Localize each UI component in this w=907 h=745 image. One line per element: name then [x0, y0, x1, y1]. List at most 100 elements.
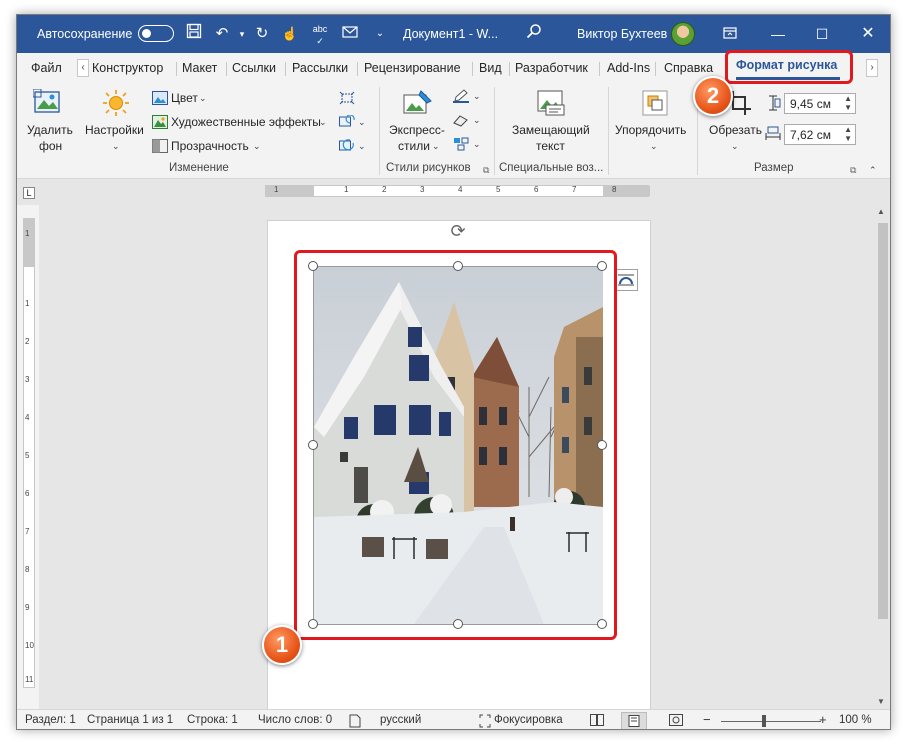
- quick-styles-label-2[interactable]: стили: [398, 139, 430, 153]
- artistic-effects-dropdown-icon[interactable]: ⌄: [319, 117, 327, 128]
- user-name[interactable]: Виктор Бухтеев: [577, 27, 667, 41]
- artistic-effects-icon[interactable]: [152, 115, 168, 129]
- picture-styles-launcher-icon[interactable]: ⧉: [483, 165, 489, 176]
- rotate-handle-icon[interactable]: ⟳: [447, 220, 469, 242]
- corrections-dropdown-icon[interactable]: ⌄: [112, 141, 120, 152]
- height-field[interactable]: 9,45 см ▲ ▼: [784, 93, 856, 114]
- word-count[interactable]: Число слов: 0: [258, 714, 332, 726]
- vertical-scrollbar[interactable]: ▲ ▼: [875, 205, 890, 709]
- zoom-out-icon[interactable]: −: [703, 712, 711, 727]
- close-icon[interactable]: ✕: [857, 23, 879, 45]
- print-layout-icon[interactable]: [621, 712, 647, 729]
- arrange-icon[interactable]: [639, 89, 669, 117]
- spelling-icon[interactable]: abc ✓: [309, 23, 331, 46]
- picture-border-icon[interactable]: [453, 89, 469, 103]
- web-layout-icon[interactable]: [669, 714, 683, 729]
- tabs-scroll-left-icon[interactable]: ‹: [77, 59, 89, 77]
- reset-picture-icon[interactable]: [339, 139, 355, 153]
- collapse-ribbon-icon[interactable]: ⌃: [869, 165, 877, 176]
- zoom-slider[interactable]: [721, 721, 821, 722]
- line-indicator[interactable]: Строка: 1: [187, 714, 238, 726]
- zoom-level[interactable]: 100 %: [839, 714, 872, 726]
- tab-review[interactable]: Рецензирование: [364, 61, 461, 75]
- group-accessibility-label: Специальные воз...: [499, 162, 604, 174]
- autosave-toggle[interactable]: [138, 25, 174, 42]
- tab-layout[interactable]: Макет: [182, 61, 217, 75]
- proofing-icon[interactable]: [349, 714, 361, 729]
- crop-dropdown-icon[interactable]: ⌄: [731, 141, 739, 152]
- change-picture-dropdown-icon[interactable]: ⌄: [358, 117, 366, 128]
- arrange-dropdown-icon[interactable]: ⌄: [650, 141, 658, 152]
- tab-references[interactable]: Ссылки: [232, 61, 276, 75]
- remove-background-icon[interactable]: [32, 88, 63, 117]
- maximize-icon[interactable]: ☐: [811, 23, 833, 45]
- tab-developer[interactable]: Разработчик: [515, 61, 588, 75]
- scrollbar-thumb[interactable]: [878, 223, 888, 619]
- alt-text-icon[interactable]: [536, 89, 566, 117]
- corrections-button[interactable]: Настройки: [85, 123, 144, 137]
- compress-pictures-icon[interactable]: [339, 91, 355, 105]
- ribbon-display-options-icon[interactable]: [719, 23, 741, 45]
- focus-mode-label[interactable]: Фокусировка: [494, 714, 563, 726]
- color-dropdown-icon[interactable]: ⌄: [199, 93, 207, 104]
- tabs-scroll-right-icon[interactable]: ›: [866, 59, 878, 77]
- sun-icon[interactable]: [101, 89, 131, 117]
- scroll-down-icon[interactable]: ▼: [877, 697, 885, 706]
- zoom-slider-thumb[interactable]: [762, 715, 766, 727]
- undo-dropdown-icon[interactable]: ▾: [231, 23, 253, 45]
- vertical-ruler[interactable]: 1 1 2 3 4 5 6 7 8 9 10 11: [23, 218, 35, 688]
- undo-icon[interactable]: ↶: [211, 23, 233, 45]
- tab-file[interactable]: Файл: [31, 61, 62, 75]
- focus-mode-icon[interactable]: [479, 714, 491, 729]
- width-field[interactable]: 7,62 см ▲ ▼: [784, 124, 856, 145]
- customize-toolbar-icon[interactable]: ⌄: [369, 23, 391, 45]
- tab-help[interactable]: Справка: [664, 61, 713, 75]
- color-icon[interactable]: [152, 91, 168, 105]
- tab-design[interactable]: Конструктор: [92, 61, 163, 75]
- tab-addins[interactable]: Add-Ins: [607, 61, 650, 75]
- layout-options-icon[interactable]: [614, 269, 638, 291]
- zoom-in-icon[interactable]: +: [819, 712, 827, 727]
- read-mode-icon[interactable]: [590, 714, 604, 729]
- transparency-icon[interactable]: [152, 139, 168, 153]
- envelope-icon[interactable]: [339, 23, 361, 45]
- arrange-button[interactable]: Упорядочить: [615, 123, 686, 137]
- transparency-dropdown-icon[interactable]: ⌄: [253, 141, 261, 152]
- step-badge-1: 1: [262, 625, 302, 665]
- save-icon[interactable]: [183, 23, 205, 45]
- remove-background-label-2[interactable]: фон: [39, 139, 62, 153]
- transparency-button[interactable]: Прозрачность: [171, 139, 249, 153]
- alt-text-label[interactable]: Замещающий: [512, 123, 590, 137]
- tab-mailings[interactable]: Рассылки: [292, 61, 348, 75]
- change-picture-icon[interactable]: [339, 114, 355, 129]
- page-indicator[interactable]: Страница 1 из 1: [87, 714, 173, 726]
- horizontal-ruler[interactable]: 1 1 2 3 4 5 6 7 8: [265, 185, 650, 197]
- minimize-icon[interactable]: —: [767, 23, 789, 45]
- remove-background-label[interactable]: Удалить: [27, 123, 73, 137]
- avatar[interactable]: [671, 22, 695, 46]
- scroll-up-icon[interactable]: ▲: [877, 207, 885, 216]
- section-indicator[interactable]: Раздел: 1: [25, 714, 76, 726]
- search-icon[interactable]: [523, 23, 545, 45]
- quick-styles-label[interactable]: Экспресс-: [389, 123, 445, 137]
- touch-mode-icon[interactable]: ☝: [279, 23, 301, 45]
- size-launcher-icon[interactable]: ⧉: [850, 165, 856, 176]
- tab-selector-icon[interactable]: L: [23, 187, 35, 199]
- quick-styles-dropdown-icon[interactable]: ⌄: [432, 141, 440, 152]
- quick-styles-icon[interactable]: [403, 89, 433, 117]
- height-spinner-icon[interactable]: ▲ ▼: [844, 94, 852, 112]
- picture-effects-icon[interactable]: [453, 113, 469, 127]
- picture-layout-icon[interactable]: [453, 137, 469, 151]
- tab-view[interactable]: Вид: [479, 61, 502, 75]
- color-button[interactable]: Цвет: [171, 91, 198, 105]
- picture-layout-dropdown-icon[interactable]: ⌄: [473, 139, 481, 150]
- language-indicator[interactable]: русский: [380, 714, 421, 726]
- alt-text-label-2[interactable]: текст: [536, 139, 565, 153]
- redo-icon[interactable]: ↻: [251, 23, 273, 45]
- crop-button[interactable]: Обрезать: [709, 123, 762, 137]
- artistic-effects-button[interactable]: Художественные эффекты: [171, 115, 321, 129]
- picture-effects-dropdown-icon[interactable]: ⌄: [473, 115, 481, 126]
- width-spinner-icon[interactable]: ▲ ▼: [844, 125, 852, 143]
- reset-picture-dropdown-icon[interactable]: ⌄: [358, 141, 366, 152]
- picture-border-dropdown-icon[interactable]: ⌄: [473, 91, 481, 102]
